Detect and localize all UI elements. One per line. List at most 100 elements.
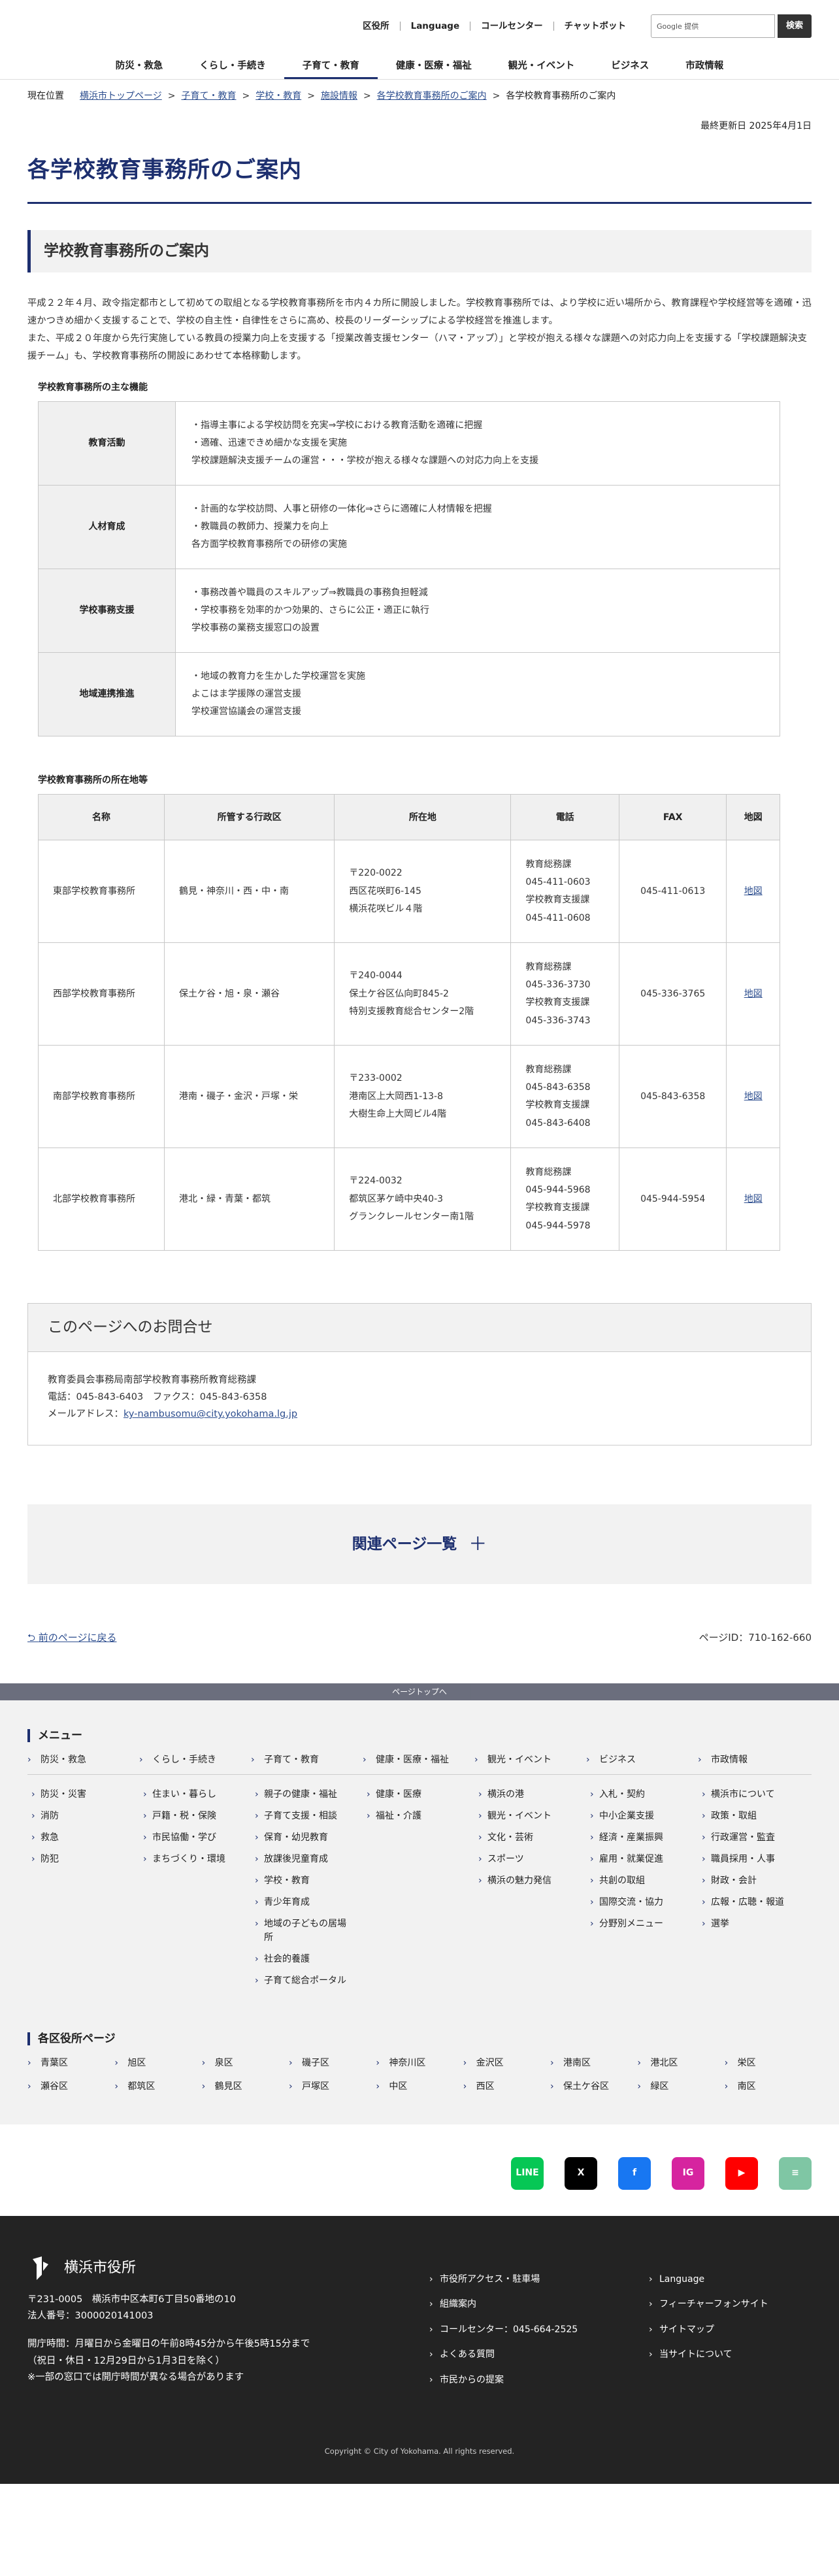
footer-menu-link[interactable]: 入札・契約 (590, 1788, 698, 1802)
footer-link[interactable]: Language (649, 2267, 839, 2292)
ward-link[interactable]: 西区 (463, 2079, 550, 2094)
util-link-chatbot[interactable]: チャットボット (553, 22, 636, 31)
breadcrumb-link[interactable]: 施設情報 (321, 89, 357, 103)
sns-icon[interactable]: X (565, 2156, 597, 2190)
gnav-item-tourism[interactable]: 観光・イベント (490, 52, 593, 79)
related-pages-toggle[interactable]: 関連ページ一覧 ＋ (27, 1504, 812, 1585)
footer-menu-link[interactable]: 分野別メニュー (590, 1917, 698, 1931)
ward-link[interactable]: 南区 (725, 2079, 812, 2094)
map-link[interactable]: 地図 (744, 886, 763, 897)
footer-menu-link[interactable]: 職員採用・人事 (702, 1853, 810, 1866)
footer-menu-link[interactable]: 子育て支援・相談 (255, 1809, 363, 1823)
ward-link[interactable]: 緑区 (637, 2079, 724, 2094)
page-top-button[interactable]: ページトップへ (369, 1683, 470, 1701)
ward-link[interactable]: 泉区 (202, 2056, 289, 2071)
ward-link[interactable]: 港北区 (637, 2056, 724, 2071)
footer-category-link[interactable]: 市政情報 (698, 1753, 810, 1768)
gnav-item-business[interactable]: ビジネス (593, 52, 667, 79)
footer-menu-link[interactable]: 福祉・介護 (367, 1809, 474, 1823)
breadcrumb-link[interactable]: 学校・教育 (255, 89, 301, 103)
footer-menu-link[interactable]: 観光・イベント (478, 1809, 586, 1823)
footer-menu-link[interactable]: 中小企業支援 (590, 1809, 698, 1823)
footer-menu-link[interactable]: 青少年育成 (255, 1896, 363, 1909)
footer-menu-link[interactable]: 救急 (31, 1831, 139, 1845)
footer-menu-link[interactable]: 経済・産業振興 (590, 1831, 698, 1845)
footer-menu-link[interactable]: 行政運営・監査 (702, 1831, 810, 1845)
ward-link[interactable]: 港南区 (550, 2056, 637, 2071)
gnav-item-education[interactable]: 子育て・教育 (284, 52, 378, 79)
footer-menu-link[interactable]: 政策・取組 (702, 1809, 810, 1823)
ward-link[interactable]: 神奈川区 (376, 2056, 463, 2071)
footer-link[interactable]: サイトマップ (649, 2317, 839, 2343)
footer-menu-link[interactable]: 保育・幼児教育 (255, 1831, 363, 1845)
footer-category-link[interactable]: ビジネス (586, 1753, 698, 1768)
footer-link[interactable]: 市民からの提案 (429, 2368, 649, 2393)
ward-link[interactable]: 磯子区 (289, 2056, 376, 2071)
footer-category-link[interactable]: くらし・手続き (139, 1753, 251, 1768)
footer-category-link[interactable]: 健康・医療・福祉 (363, 1753, 474, 1768)
map-link[interactable]: 地図 (744, 1194, 763, 1204)
footer-menu-link[interactable]: 財政・会計 (702, 1874, 810, 1888)
sns-icon[interactable]: IG (672, 2156, 704, 2190)
footer-menu-link[interactable]: 住まい・暮らし (143, 1788, 251, 1802)
footer-menu-link[interactable]: 市民協働・学び (143, 1831, 251, 1845)
footer-menu-link[interactable]: 学校・教育 (255, 1874, 363, 1888)
footer-menu-link[interactable]: 共創の取組 (590, 1874, 698, 1888)
breadcrumb-link[interactable]: 横浜市トップページ (80, 89, 162, 103)
search-button[interactable]: 検索 (778, 14, 812, 38)
map-link[interactable]: 地図 (744, 1091, 763, 1102)
util-link-ward-office[interactable]: 区役所 (352, 22, 400, 31)
footer-menu-link[interactable]: 雇用・就業促進 (590, 1853, 698, 1866)
ward-link[interactable]: 都筑区 (114, 2079, 201, 2094)
footer-menu-link[interactable]: 文化・芸術 (478, 1831, 586, 1845)
ward-link[interactable]: 戸塚区 (289, 2079, 376, 2094)
footer-menu-link[interactable]: 消防 (31, 1809, 139, 1823)
footer-category-link[interactable]: 観光・イベント (474, 1753, 586, 1768)
ward-link[interactable]: 鶴見区 (202, 2079, 289, 2094)
ward-link[interactable]: 青葉区 (27, 2056, 114, 2071)
footer-link[interactable]: コールセンター：045-664-2525 (429, 2317, 649, 2343)
footer-category-link[interactable]: 防災・救急 (27, 1753, 139, 1768)
contact-mail-link[interactable]: ky-nambusomu@city.yokohama.lg.jp (123, 1409, 297, 1419)
footer-link[interactable]: フィーチャーフォンサイト (649, 2292, 839, 2317)
gnav-item-living[interactable]: くらし・手続き (181, 52, 284, 79)
sns-icon[interactable]: ≡ (779, 2156, 812, 2190)
footer-menu-link[interactable]: 国際交流・協力 (590, 1896, 698, 1909)
footer-menu-link[interactable]: スポーツ (478, 1853, 586, 1866)
sns-icon[interactable]: ▶ (725, 2156, 758, 2190)
footer-menu-link[interactable]: 地域の子どもの居場所 (255, 1917, 363, 1945)
footer-menu-link[interactable]: 防災・災害 (31, 1788, 139, 1802)
breadcrumb-link[interactable]: 各学校教育事務所のご案内 (377, 89, 487, 103)
breadcrumb-link[interactable]: 子育て・教育 (181, 89, 236, 103)
footer-menu-link[interactable]: 選挙 (702, 1917, 810, 1931)
sns-icon[interactable]: f (618, 2156, 651, 2190)
gnav-item-disaster[interactable]: 防災・救急 (97, 52, 182, 79)
util-link-language[interactable]: Language (399, 22, 470, 31)
ward-link[interactable]: 栄区 (725, 2056, 812, 2071)
footer-menu-link[interactable]: 広報・広聴・報道 (702, 1896, 810, 1909)
footer-menu-link[interactable]: 社会的養護 (255, 1953, 363, 1966)
ward-link[interactable]: 旭区 (114, 2056, 201, 2071)
footer-menu-link[interactable]: 戸籍・税・保険 (143, 1809, 251, 1823)
util-link-call-center[interactable]: コールセンター (470, 22, 553, 31)
map-link[interactable]: 地図 (744, 989, 763, 999)
gnav-item-city-info[interactable]: 市政情報 (667, 52, 742, 79)
footer-menu-link[interactable]: 横浜の魅力発信 (478, 1874, 586, 1888)
ward-link[interactable]: 金沢区 (463, 2056, 550, 2071)
ward-link[interactable]: 瀬谷区 (27, 2079, 114, 2094)
search-input[interactable]: Google 提供 (651, 14, 775, 38)
back-link[interactable]: ⮌ 前のページに戻る (27, 1630, 117, 1645)
footer-menu-link[interactable]: 子育て総合ポータル (255, 1974, 363, 1988)
footer-link[interactable]: よくある質問 (429, 2342, 649, 2368)
footer-menu-link[interactable]: まちづくり・環境 (143, 1853, 251, 1866)
gnav-item-health[interactable]: 健康・医療・福祉 (378, 52, 490, 79)
footer-menu-link[interactable]: 親子の健康・福祉 (255, 1788, 363, 1802)
footer-menu-link[interactable]: 健康・医療 (367, 1788, 474, 1802)
footer-menu-link[interactable]: 防犯 (31, 1853, 139, 1866)
footer-menu-link[interactable]: 放課後児童育成 (255, 1853, 363, 1866)
footer-link[interactable]: 市役所アクセス・駐車場 (429, 2267, 649, 2292)
sns-icon[interactable]: LINE (511, 2156, 544, 2190)
footer-menu-link[interactable]: 横浜の港 (478, 1788, 586, 1802)
footer-link[interactable]: 当サイトについて (649, 2342, 839, 2368)
ward-link[interactable]: 中区 (376, 2079, 463, 2094)
